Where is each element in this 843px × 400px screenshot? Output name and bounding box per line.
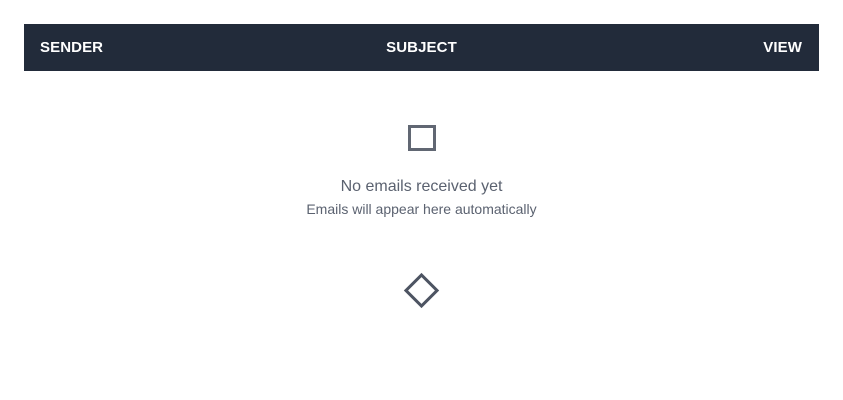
table-header: SENDER SUBJECT VIEW [24, 24, 819, 71]
table-header-wrapper: SENDER SUBJECT VIEW [24, 24, 819, 71]
empty-state-subtitle: Emails will appear here automatically [306, 201, 537, 217]
column-header-sender[interactable]: SENDER [40, 39, 103, 56]
column-header-view[interactable]: VIEW [763, 39, 802, 56]
mail-icon [407, 125, 436, 151]
empty-state-title: No emails received yet [340, 178, 503, 195]
column-header-subject[interactable]: SUBJECT [386, 39, 457, 56]
email-inbox: SENDER SUBJECT VIEW No emails received y… [0, 0, 843, 400]
empty-state: No emails received yet Emails will appea… [24, 125, 819, 309]
diamond-loader-icon [403, 272, 440, 309]
